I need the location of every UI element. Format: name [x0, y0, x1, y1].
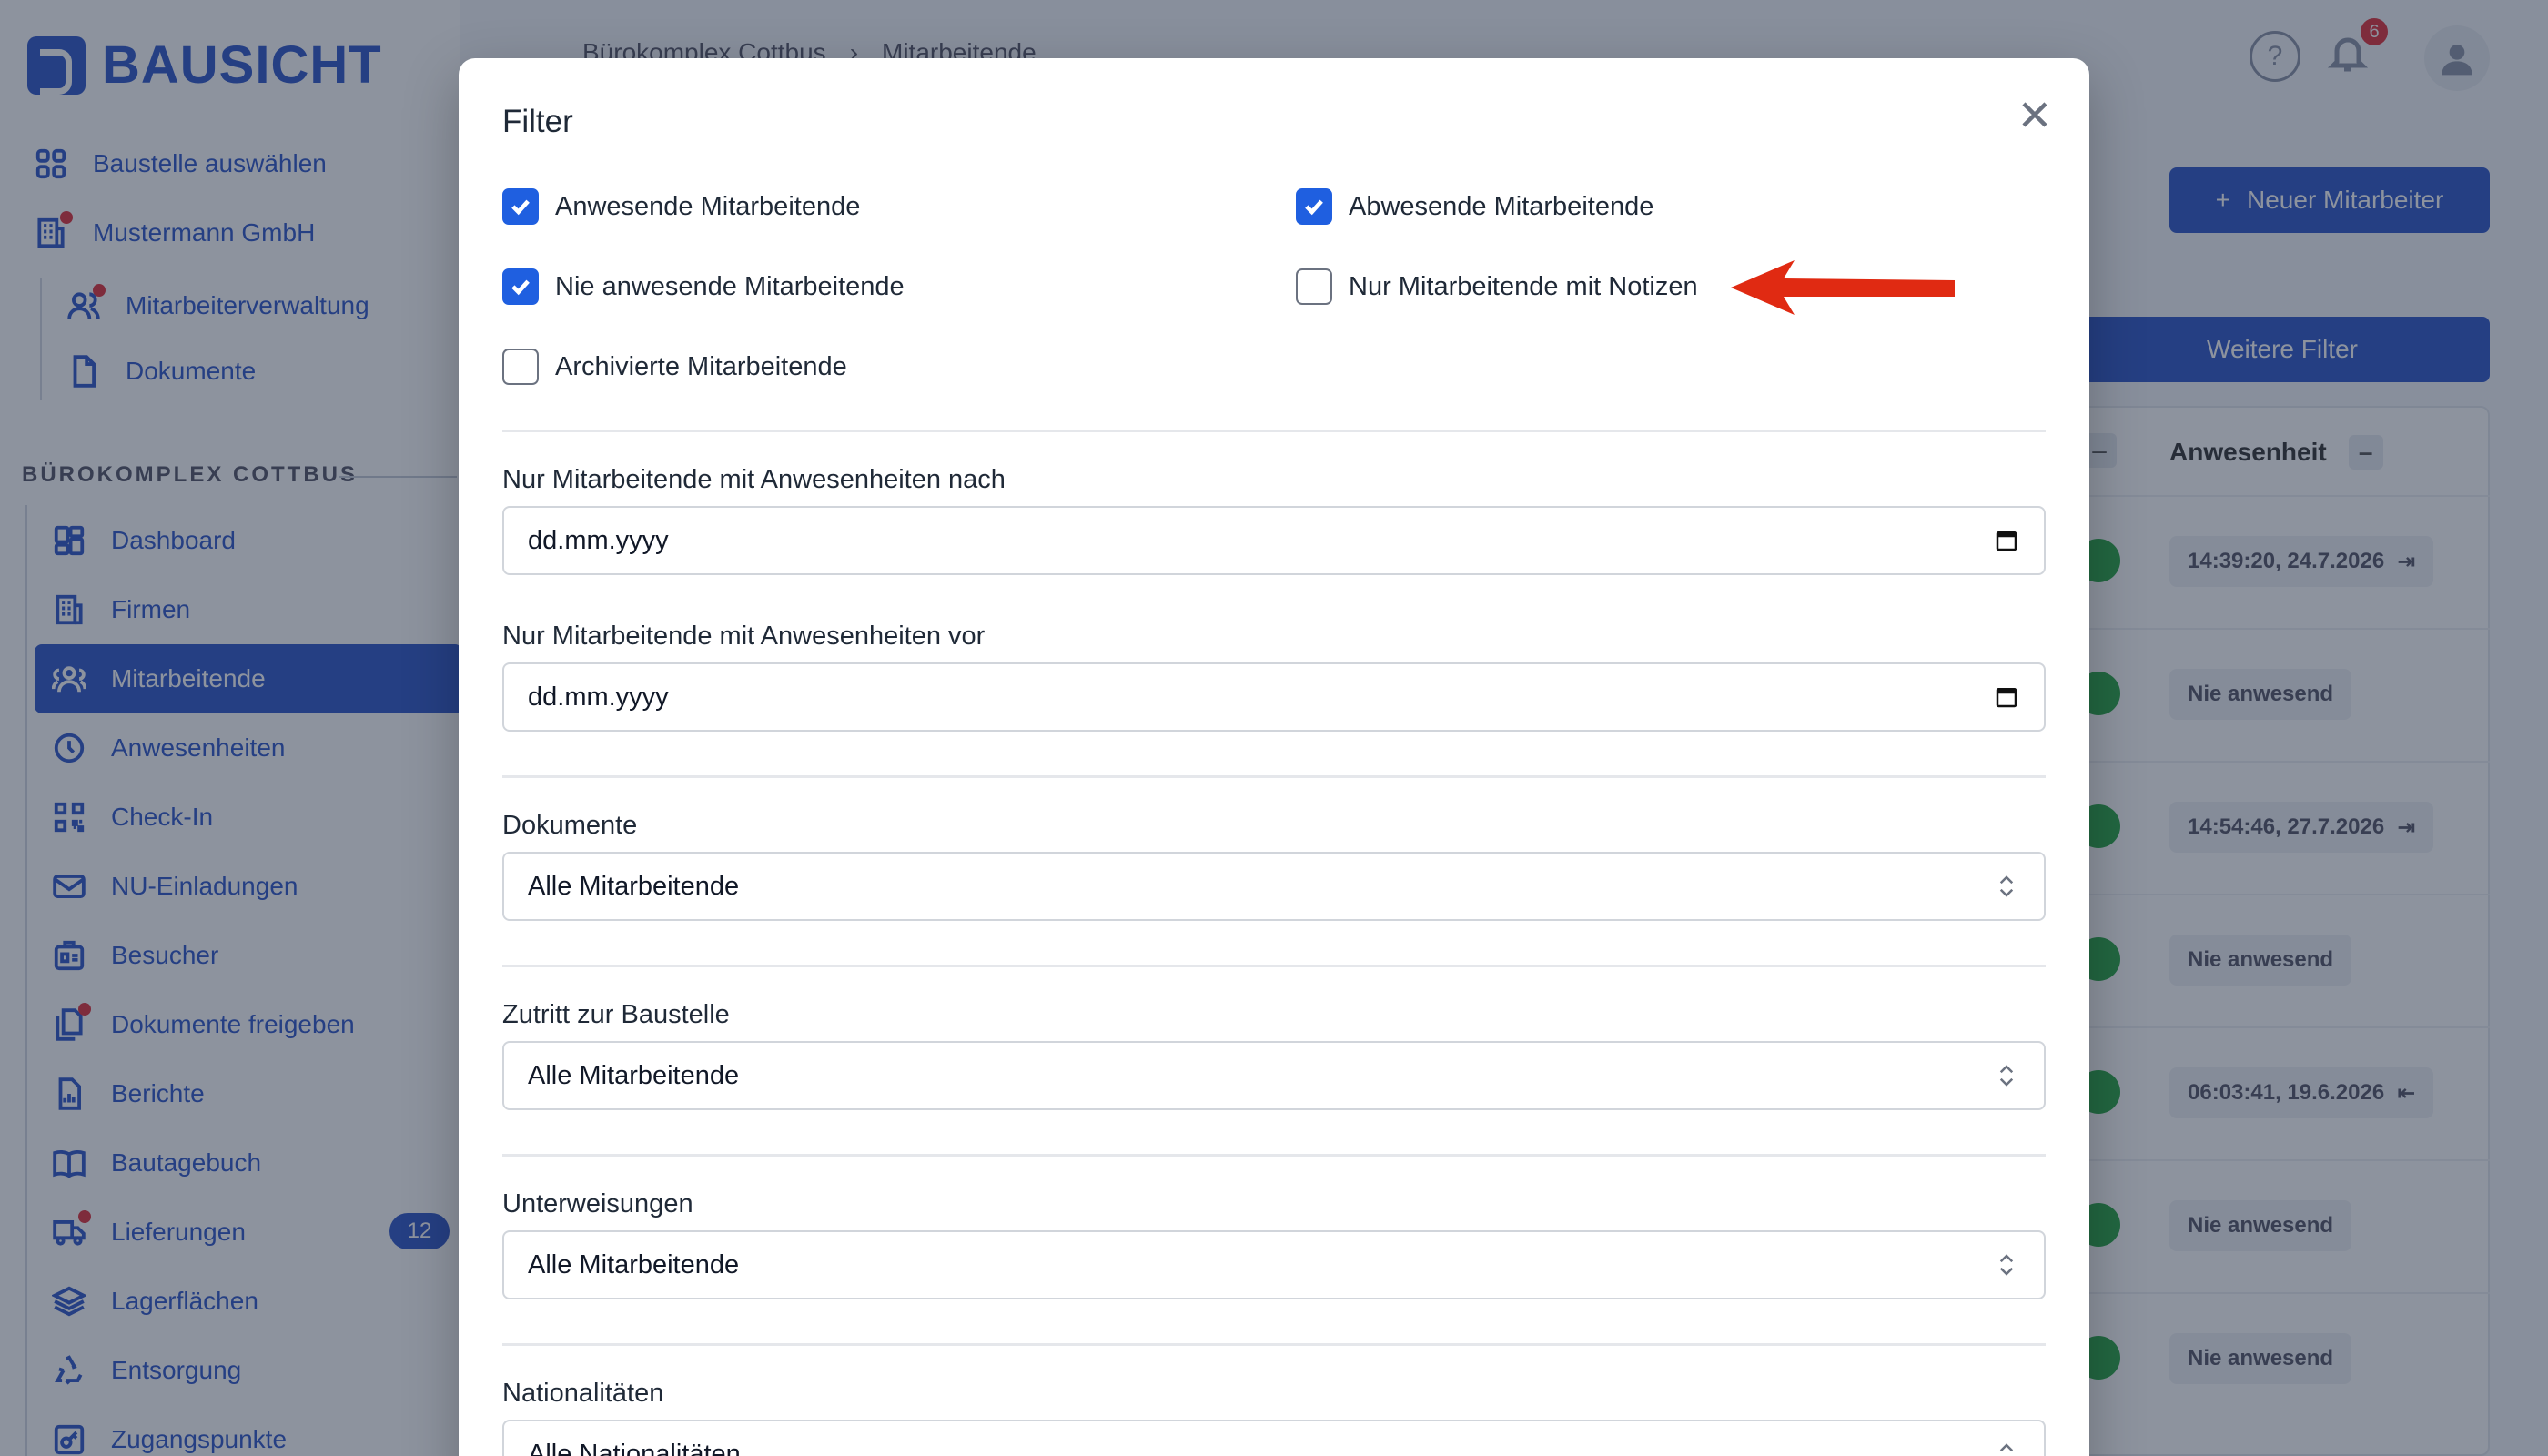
select-value: Alle Nationalitäten: [528, 1439, 741, 1456]
access-label: Zutritt zur Baustelle: [502, 1000, 730, 1029]
nationalities-select[interactable]: Alle Nationalitäten: [502, 1420, 2046, 1456]
calendar-icon: [1996, 688, 2017, 708]
checkbox-checked[interactable]: [502, 188, 539, 225]
checkbox-unchecked[interactable]: [1296, 268, 1332, 305]
modal-title: Filter: [502, 104, 573, 139]
access-select[interactable]: Alle Mitarbeitende: [502, 1041, 2046, 1110]
checkbox-label: Nur Mitarbeitende mit Notizen: [1349, 271, 1698, 301]
select-value: Alle Mitarbeitende: [528, 1060, 740, 1090]
close-icon: [2022, 102, 2048, 127]
divider: [502, 965, 2046, 967]
date-before-label: Nur Mitarbeitende mit Anwesenheiten vor: [502, 622, 986, 651]
date-placeholder: dd.mm.yyyy: [528, 682, 669, 712]
date-before-input[interactable]: dd.mm.yyyy: [502, 662, 2046, 732]
check-icon: [511, 279, 530, 296]
checkbox-checked[interactable]: [502, 268, 539, 305]
filter-absent-employees[interactable]: Abwesende Mitarbeitende: [1296, 188, 1653, 225]
checkbox-label: Archivierte Mitarbeitende: [555, 351, 847, 381]
documents-label: Dokumente: [502, 811, 638, 840]
divider: [502, 1154, 2046, 1157]
close-button[interactable]: [2013, 93, 2057, 136]
filter-never-present-employees[interactable]: Nie anwesende Mitarbeitende: [502, 268, 905, 305]
divider: [502, 1343, 2046, 1346]
instructions-label: Unterweisungen: [502, 1189, 693, 1218]
checkbox-label: Abwesende Mitarbeitende: [1349, 191, 1654, 221]
checkbox-label: Anwesende Mitarbeitende: [555, 191, 861, 221]
check-icon: [1305, 199, 1323, 216]
instructions-select[interactable]: Alle Mitarbeitende: [502, 1230, 2046, 1299]
date-placeholder: dd.mm.yyyy: [528, 525, 669, 555]
chevron-up-down-icon: [1999, 1254, 2014, 1276]
select-value: Alle Mitarbeitende: [528, 871, 740, 901]
filter-archived-employees[interactable]: Archivierte Mitarbeitende: [502, 349, 847, 385]
chevron-up-down-icon: [1999, 1443, 2014, 1452]
nationalities-label: Nationalitäten: [502, 1379, 664, 1408]
documents-select[interactable]: Alle Mitarbeitende: [502, 852, 2046, 921]
checkbox-checked[interactable]: [1296, 188, 1332, 225]
divider: [502, 430, 2046, 432]
checkbox-label: Nie anwesende Mitarbeitende: [555, 271, 905, 301]
filter-present-employees[interactable]: Anwesende Mitarbeitende: [502, 188, 860, 225]
annotation-arrow-icon: [1731, 260, 1955, 315]
date-after-input[interactable]: dd.mm.yyyy: [502, 506, 2046, 575]
check-icon: [511, 199, 530, 216]
chevron-up-down-icon: [1999, 1065, 2014, 1087]
checkbox-unchecked[interactable]: [502, 349, 539, 385]
select-value: Alle Mitarbeitende: [528, 1249, 740, 1279]
chevron-up-down-icon: [1999, 875, 2014, 897]
date-after-label: Nur Mitarbeitende mit Anwesenheiten nach: [502, 465, 1006, 494]
filter-notes-only[interactable]: Nur Mitarbeitende mit Notizen: [1296, 268, 1698, 305]
divider: [502, 775, 2046, 778]
calendar-icon: [1996, 531, 2017, 551]
